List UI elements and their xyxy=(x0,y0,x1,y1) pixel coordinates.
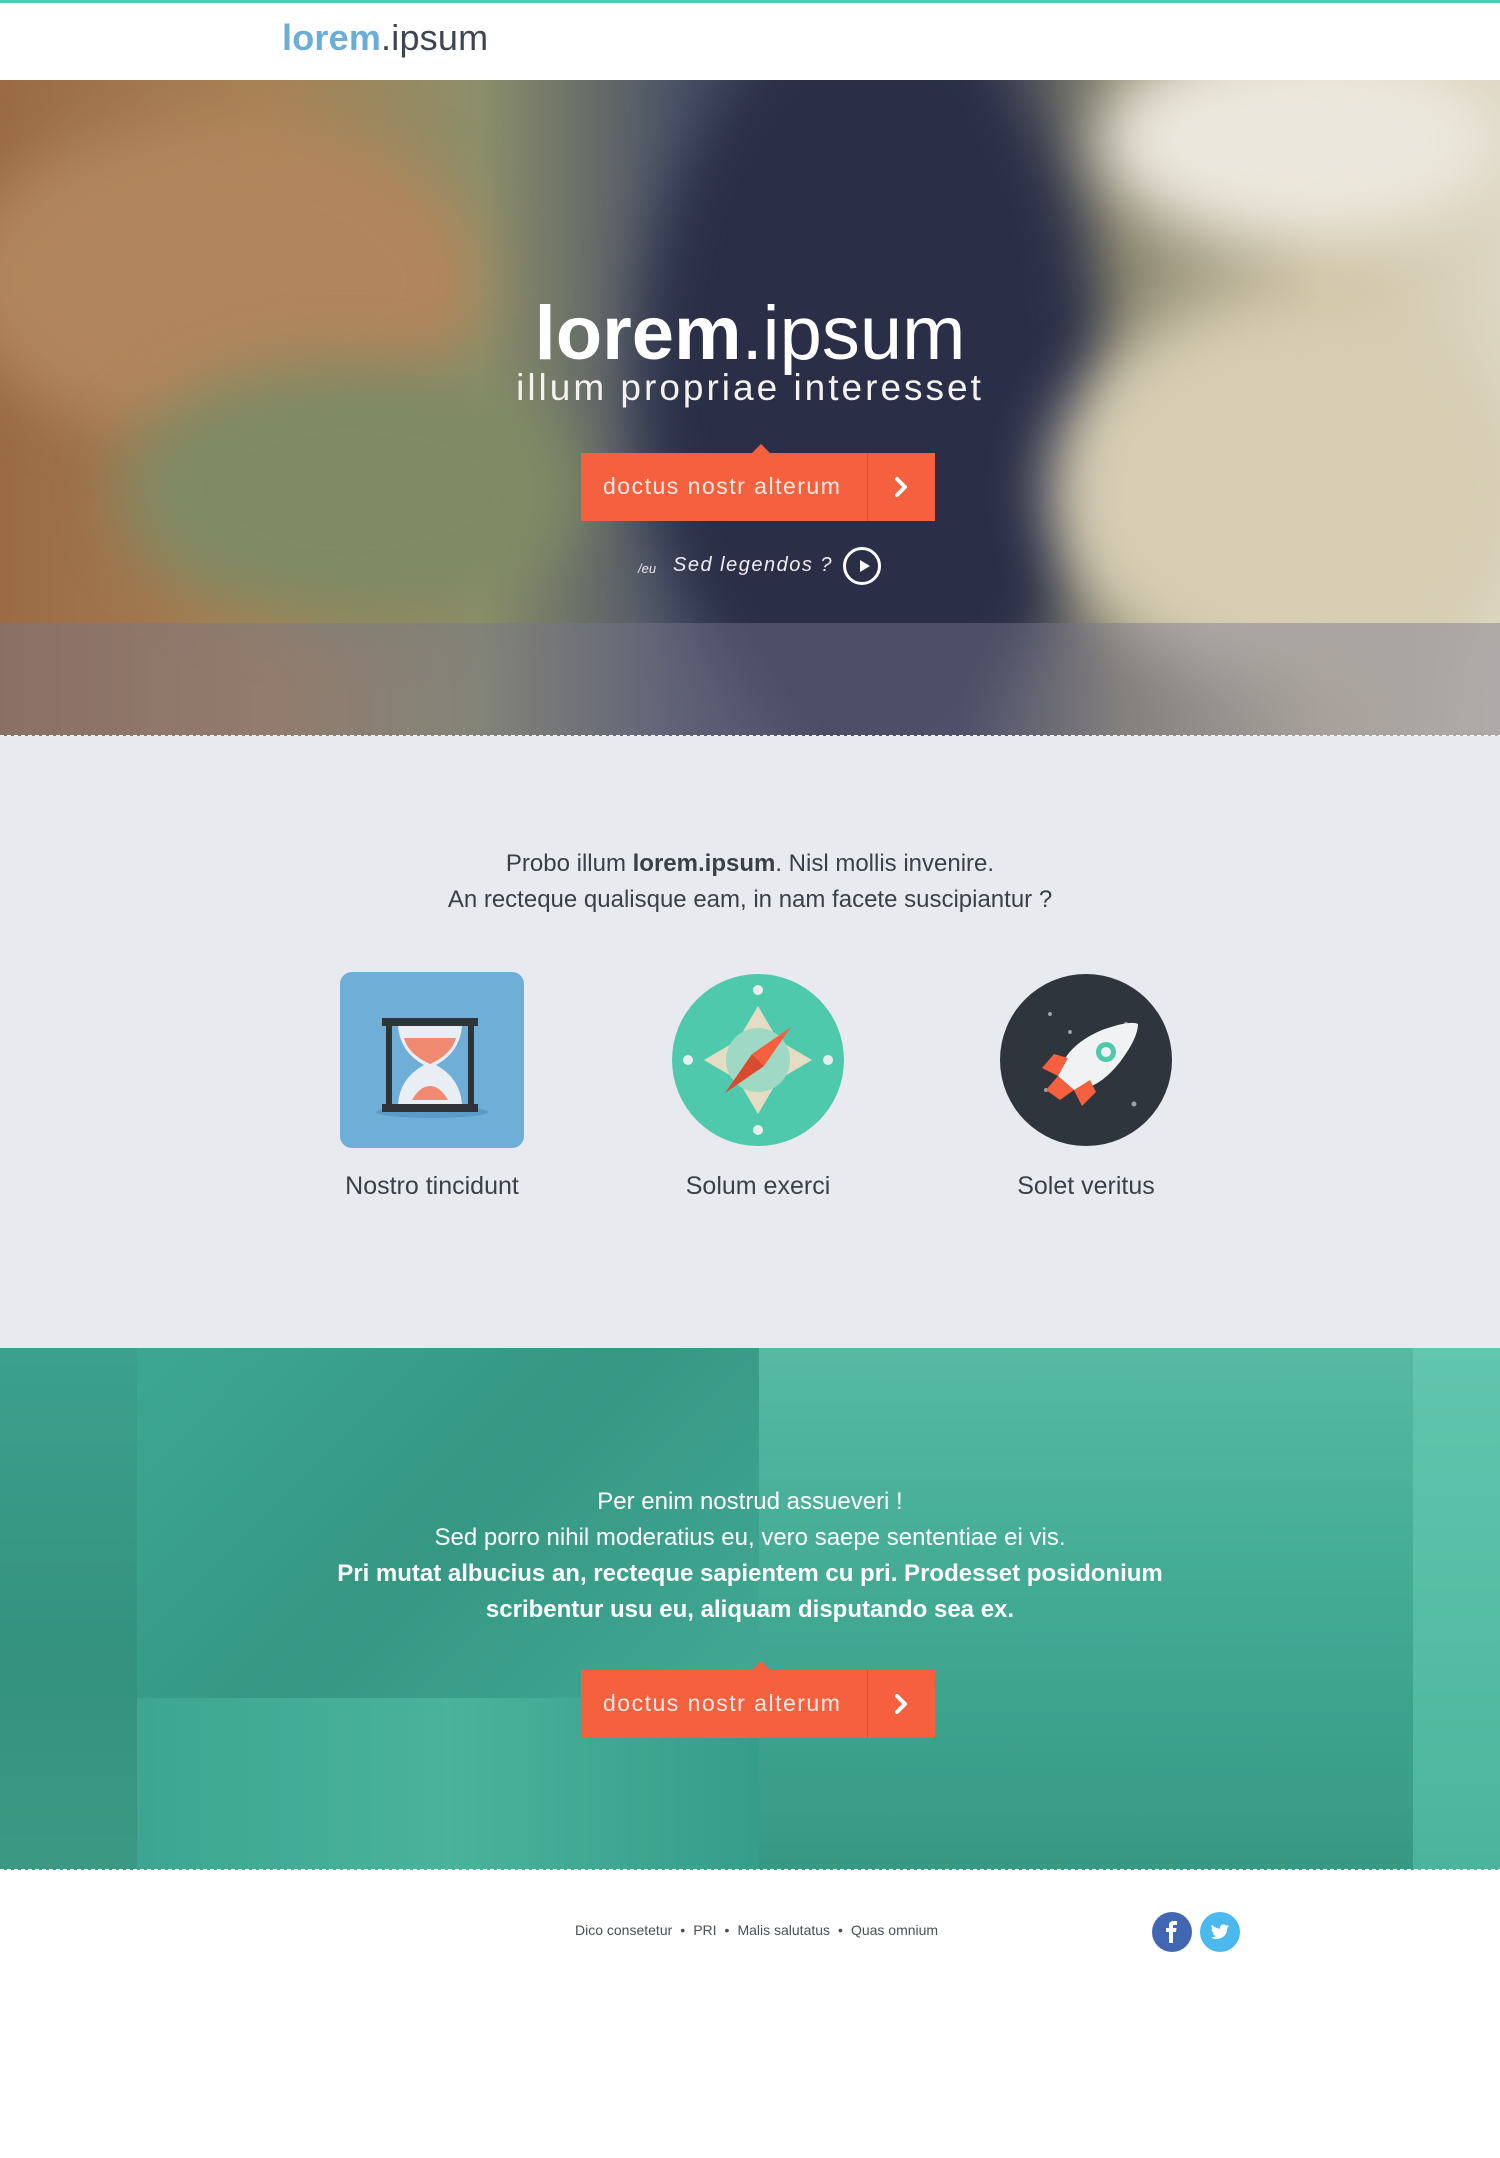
cta-notch xyxy=(751,1661,771,1671)
footer-nav: Dico consetetur • PRI • Malis salutatus • Quas… xyxy=(575,1922,939,1938)
feature-label: Nostro tincidunt xyxy=(345,1172,519,1200)
hero-cta-button[interactable]: doctus nostr alterum xyxy=(581,444,935,521)
feature-item[interactable]: Nostro tincidunt xyxy=(267,972,597,1201)
footer-link[interactable]: Dico consetetur xyxy=(575,1922,672,1938)
chevron-right-icon xyxy=(895,477,907,497)
features-section: Probo illum lorem.ipsum. Nisl mollis inv… xyxy=(0,736,1500,1348)
team-section: Per enim nostrud assueveri ! Sed porro n… xyxy=(0,1348,1500,1870)
team-cta-button[interactable]: doctus nostr alterum xyxy=(581,1661,935,1738)
team-text: Per enim nostrud assueveri ! Sed porro n… xyxy=(337,1488,1163,1623)
cta-notch xyxy=(751,444,771,454)
compass-icon xyxy=(672,974,844,1146)
hero-question[interactable]: /eu Sed legendos ? xyxy=(0,546,1500,590)
hero-bottom-band xyxy=(0,623,1500,736)
feature-label: Solum exerci xyxy=(685,1172,831,1200)
footer-link[interactable]: Malis salutatus xyxy=(737,1922,830,1938)
facebook-icon[interactable] xyxy=(1152,1912,1192,1952)
rocket-icon xyxy=(1000,974,1172,1146)
cta-label: doctus nostr alterum xyxy=(603,1690,842,1716)
site-footer: Dico consetetur • PRI • Malis salutatus • Quas… xyxy=(0,1870,1500,2158)
site-header: lorem.ipsum xyxy=(0,3,1500,80)
chevron-right-icon xyxy=(895,1694,907,1714)
hero-title: lorem.ipsum xyxy=(534,291,966,376)
twitter-icon[interactable] xyxy=(1200,1912,1240,1952)
feature-item[interactable]: Solet veritus xyxy=(921,972,1251,1201)
features-intro: Probo illum lorem.ipsum. Nisl mollis inv… xyxy=(447,850,1053,913)
feature-label: Solet veritus xyxy=(1017,1172,1155,1200)
site-logo[interactable]: lorem.ipsum xyxy=(282,17,488,59)
play-icon[interactable] xyxy=(843,547,881,585)
question-text: Sed legendos ? xyxy=(673,554,834,576)
hero-subtitle: illum propriae interesset xyxy=(516,367,984,408)
hero-section: lorem.ipsum illum propriae interesset do… xyxy=(0,80,1500,736)
footer-link[interactable]: Quas omnium xyxy=(851,1922,938,1938)
cta-label: doctus nostr alterum xyxy=(603,473,842,499)
question-prefix: /eu xyxy=(638,561,657,576)
hourglass-icon xyxy=(340,972,524,1148)
feature-item[interactable]: Solum exerci xyxy=(593,972,923,1201)
footer-link[interactable]: PRI xyxy=(693,1922,716,1938)
